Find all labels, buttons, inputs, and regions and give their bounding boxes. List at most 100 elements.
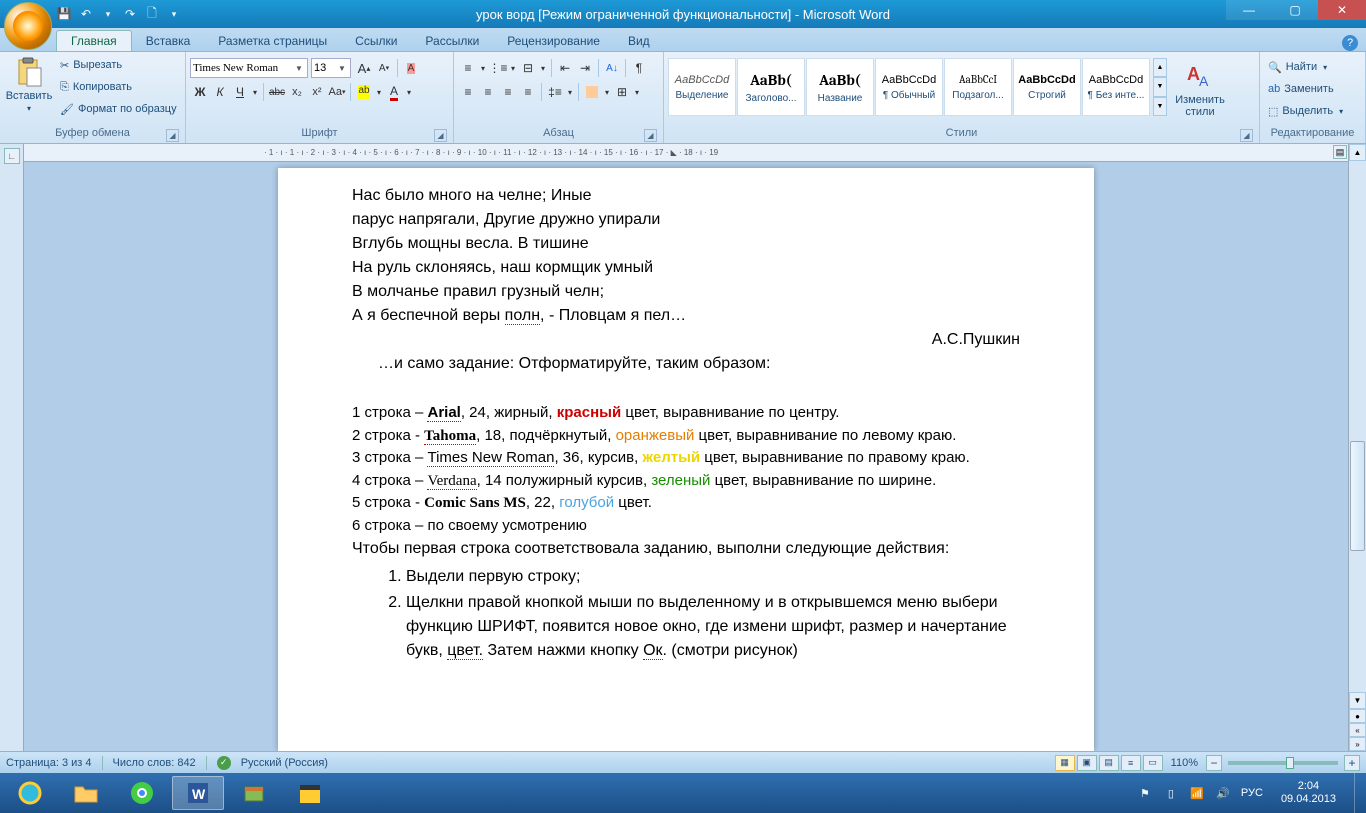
minimize-button[interactable]: —	[1226, 0, 1272, 20]
scroll-up-button[interactable]: ▲	[1349, 144, 1366, 161]
paragraph-launcher[interactable]: ◢	[644, 129, 657, 142]
qat-undo-more-icon[interactable]: ▾	[100, 6, 116, 22]
align-right-button[interactable]: ≡	[498, 82, 518, 102]
align-left-button[interactable]: ≡	[458, 82, 478, 102]
tab-references[interactable]: Ссылки	[341, 31, 411, 51]
borders-button[interactable]: ⊞	[612, 82, 632, 102]
style-item-3[interactable]: AaBbCcDd¶ Обычный	[875, 58, 943, 116]
style-item-2[interactable]: AaBb(Название	[806, 58, 874, 116]
line-spacing-more[interactable]: ▾	[565, 82, 575, 102]
tray-lang[interactable]: РУС	[1241, 787, 1263, 799]
bullets-more[interactable]: ▾	[478, 58, 488, 78]
find-button[interactable]: 🔍Найти▾	[1264, 56, 1347, 78]
font-name-combo[interactable]: Times New Roman▼	[190, 58, 308, 78]
borders-more[interactable]: ▾	[632, 82, 642, 102]
zoom-value[interactable]: 110%	[1171, 757, 1198, 769]
tab-home[interactable]: Главная	[56, 30, 132, 51]
maximize-button[interactable]: ▢	[1272, 0, 1318, 20]
taskbar-ie[interactable]	[4, 776, 56, 810]
view-outline[interactable]: ≡	[1121, 755, 1141, 771]
zoom-slider[interactable]	[1228, 761, 1338, 765]
taskbar-winrar[interactable]	[228, 776, 280, 810]
vertical-ruler[interactable]: ∟	[0, 144, 24, 751]
view-print-layout[interactable]: ▦	[1055, 755, 1075, 771]
line-spacing-button[interactable]: ‡≡	[545, 82, 565, 102]
font-launcher[interactable]: ◢	[434, 129, 447, 142]
undo-icon[interactable]: ↶	[78, 6, 94, 22]
zoom-in-button[interactable]: +	[1344, 755, 1360, 771]
spellcheck-icon[interactable]: ✓	[217, 756, 231, 770]
taskbar-media[interactable]	[284, 776, 336, 810]
underline-more-button[interactable]: ▾	[250, 82, 260, 102]
superscript-button[interactable]: x²	[307, 82, 327, 102]
prev-page-button[interactable]: «	[1349, 723, 1366, 737]
align-center-button[interactable]: ≡	[478, 82, 498, 102]
select-button[interactable]: ⬚Выделить▾	[1264, 100, 1347, 122]
view-full-screen[interactable]: ▣	[1077, 755, 1097, 771]
page-viewport[interactable]: Нас было много на челне; Иные парус напр…	[24, 162, 1348, 751]
scroll-track[interactable]	[1349, 161, 1366, 692]
clipboard-launcher[interactable]: ◢	[166, 129, 179, 142]
redo-icon[interactable]: ↷	[122, 6, 138, 22]
tab-insert[interactable]: Вставка	[132, 31, 205, 51]
shrink-font-button[interactable]: A▾	[374, 58, 394, 78]
bold-button[interactable]: Ж	[190, 82, 210, 102]
taskbar-explorer[interactable]	[60, 776, 112, 810]
style-item-1[interactable]: AaBb(Заголово...	[737, 58, 805, 116]
tab-mailings[interactable]: Рассылки	[411, 31, 493, 51]
tray-sound-icon[interactable]: 🔊	[1215, 785, 1231, 801]
qat-customize-icon[interactable]: ▾	[166, 6, 182, 22]
document-page[interactable]: Нас было много на челне; Иные парус напр…	[278, 168, 1094, 751]
view-draft[interactable]: ▭	[1143, 755, 1163, 771]
justify-button[interactable]: ≡	[518, 82, 538, 102]
tray-device-icon[interactable]: ▯	[1163, 785, 1179, 801]
cut-button[interactable]: ✂Вырезать	[56, 54, 181, 76]
styles-expand[interactable]: ▼	[1153, 97, 1167, 116]
show-desktop-button[interactable]	[1354, 773, 1362, 813]
tray-flag-icon[interactable]: ⚑	[1137, 785, 1153, 801]
office-button[interactable]	[4, 2, 52, 50]
change-case-button[interactable]: Aa▾	[327, 82, 347, 102]
scroll-thumb[interactable]	[1350, 441, 1365, 551]
font-color-more-button[interactable]: ▾	[404, 82, 414, 102]
underline-button[interactable]: Ч	[230, 82, 250, 102]
status-page[interactable]: Страница: 3 из 4	[6, 757, 92, 769]
paste-button[interactable]: Вставить▾	[4, 54, 54, 116]
styles-launcher[interactable]: ◢	[1240, 129, 1253, 142]
tray-clock[interactable]: 2:04 09.04.2013	[1273, 780, 1344, 806]
clear-format-button[interactable]: A	[401, 58, 421, 78]
next-page-button[interactable]: »	[1349, 737, 1366, 751]
grow-font-button[interactable]: A▴	[354, 58, 374, 78]
numbering-more[interactable]: ▾	[508, 58, 518, 78]
styles-scroll-down[interactable]: ▼	[1153, 77, 1167, 96]
save-icon[interactable]: 💾	[56, 6, 72, 22]
strike-button[interactable]: abc	[267, 82, 287, 102]
styles-scroll-up[interactable]: ▲	[1153, 58, 1167, 77]
bullets-button[interactable]: ≡	[458, 58, 478, 78]
zoom-out-button[interactable]: −	[1206, 755, 1222, 771]
view-web[interactable]: ▤	[1099, 755, 1119, 771]
tab-page-layout[interactable]: Разметка страницы	[204, 31, 341, 51]
horizontal-ruler[interactable]: · 1 · ı · 1 · ı · 2 · ı · 3 · ı · 4 · ı …	[24, 144, 1348, 162]
taskbar-word[interactable]: W	[172, 776, 224, 810]
help-icon[interactable]: ?	[1342, 35, 1358, 51]
taskbar-chrome[interactable]	[116, 776, 168, 810]
indent-dec-button[interactable]: ⇤	[555, 58, 575, 78]
multilevel-button[interactable]: ⊟	[518, 58, 538, 78]
tab-review[interactable]: Рецензирование	[493, 31, 614, 51]
replace-button[interactable]: abЗаменить	[1264, 78, 1347, 100]
style-item-0[interactable]: AaBbCcDdВыделение	[668, 58, 736, 116]
font-size-combo[interactable]: 13▼	[311, 58, 351, 78]
status-language[interactable]: Русский (Россия)	[241, 757, 328, 769]
italic-button[interactable]: К	[210, 82, 230, 102]
shading-button[interactable]	[582, 82, 602, 102]
font-color-button[interactable]: A	[384, 82, 404, 102]
multilevel-more[interactable]: ▾	[538, 58, 548, 78]
status-words[interactable]: Число слов: 842	[113, 757, 196, 769]
browse-object-button[interactable]: ●	[1349, 709, 1366, 723]
vertical-scrollbar[interactable]: ▲ ▼ ● « »	[1348, 144, 1366, 751]
numbering-button[interactable]: ⋮≡	[488, 58, 508, 78]
style-item-4[interactable]: AaBbCcIПодзагол...	[944, 58, 1012, 116]
sort-button[interactable]: A↓	[602, 58, 622, 78]
ruler-toggle-button[interactable]: ▤	[1333, 145, 1347, 159]
